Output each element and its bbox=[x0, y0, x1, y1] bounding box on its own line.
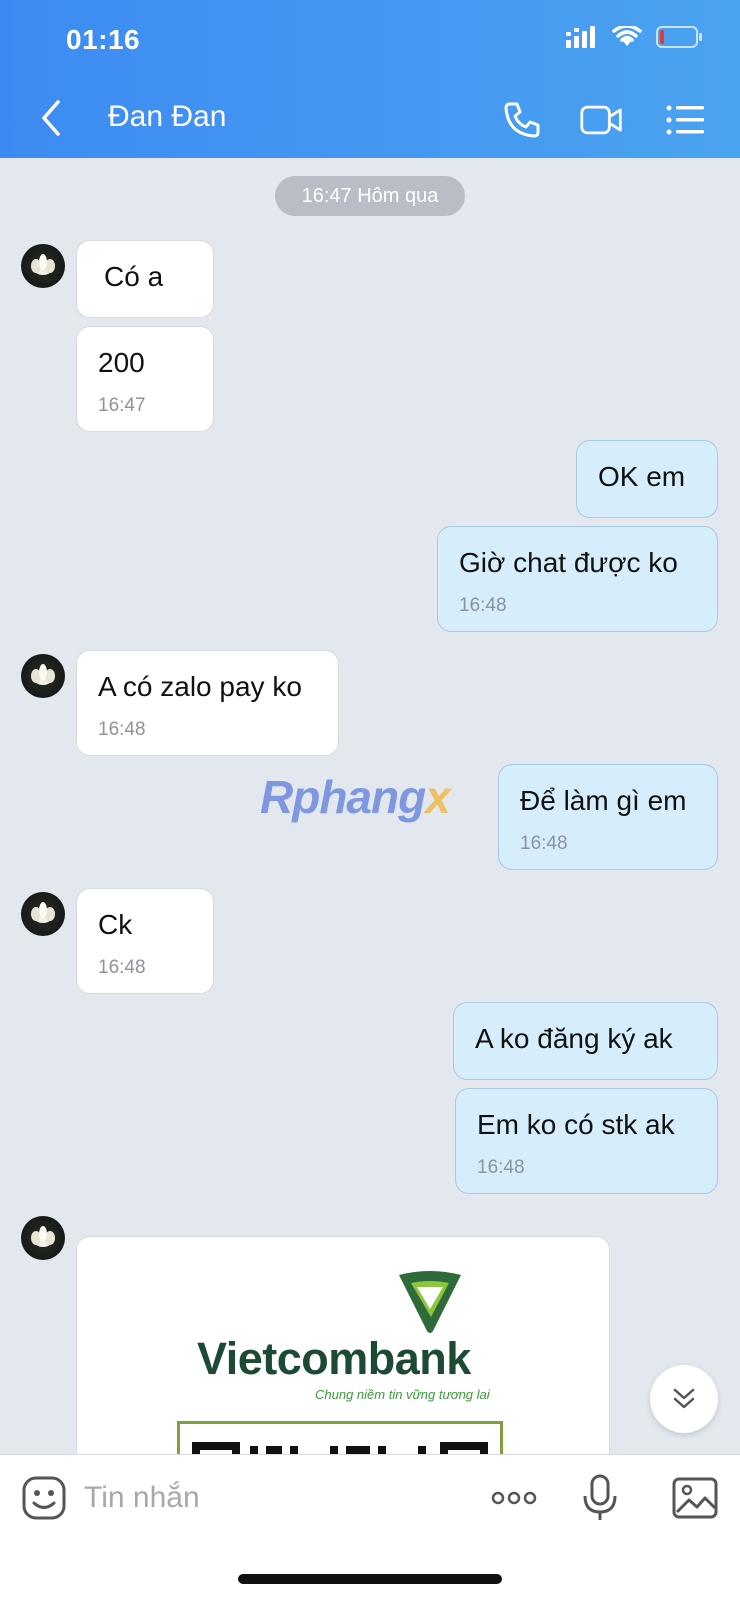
microphone-icon[interactable] bbox=[576, 1474, 624, 1522]
message-text: Để làm gì em bbox=[520, 785, 687, 816]
message-bubble[interactable]: A ko đăng ký ak bbox=[453, 1002, 718, 1080]
message-input[interactable] bbox=[84, 1475, 464, 1521]
image-icon[interactable] bbox=[671, 1474, 719, 1522]
sticker-icon[interactable] bbox=[20, 1474, 68, 1522]
back-icon[interactable] bbox=[34, 96, 68, 140]
watermark-main: Rphang bbox=[260, 771, 426, 823]
video-icon[interactable] bbox=[580, 98, 624, 142]
lotus-icon bbox=[31, 254, 55, 275]
chevron-double-down-icon bbox=[673, 1388, 695, 1409]
watermark: Rphangx bbox=[260, 770, 451, 824]
message-bubble[interactable]: 200 16:47 bbox=[76, 326, 214, 432]
more-icon[interactable] bbox=[490, 1474, 538, 1522]
message-text: 200 bbox=[98, 347, 145, 378]
message-bubble[interactable]: Có a bbox=[76, 240, 214, 318]
lotus-icon bbox=[31, 1226, 55, 1247]
wifi-icon bbox=[612, 26, 642, 46]
watermark-accent: x bbox=[425, 771, 451, 823]
avatar[interactable] bbox=[21, 892, 65, 936]
bank-name: Vietcombank bbox=[197, 1333, 471, 1384]
avatar[interactable] bbox=[21, 1216, 65, 1260]
battery-icon bbox=[656, 26, 702, 48]
avatar[interactable] bbox=[21, 244, 65, 288]
message-bubble[interactable]: Giờ chat được ko 16:48 bbox=[437, 526, 718, 632]
message-text: Em ko có stk ak bbox=[477, 1109, 675, 1140]
image-message[interactable]: Vietcombank Chung niềm tin vững tương la… bbox=[76, 1236, 610, 1454]
message-time: 16:48 bbox=[98, 719, 146, 740]
lotus-icon bbox=[31, 664, 55, 685]
date-separator: 16:47 Hôm qua bbox=[275, 176, 465, 216]
message-time: 16:48 bbox=[477, 1157, 525, 1178]
message-text: A có zalo pay ko bbox=[98, 671, 302, 702]
scroll-down-button[interactable] bbox=[650, 1365, 718, 1433]
message-text: A ko đăng ký ak bbox=[475, 1023, 673, 1054]
message-bubble[interactable]: A có zalo pay ko 16:48 bbox=[76, 650, 339, 756]
vietcombank-logo-icon bbox=[399, 1271, 461, 1333]
menu-list-icon[interactable] bbox=[664, 98, 708, 142]
bank-slogan: Chung niềm tin vững tương lai bbox=[315, 1387, 490, 1402]
message-time: 16:48 bbox=[459, 595, 507, 616]
message-time: 16:48 bbox=[98, 957, 146, 978]
status-icons bbox=[566, 26, 702, 48]
avatar[interactable] bbox=[21, 654, 65, 698]
message-text: Ck bbox=[98, 909, 133, 940]
message-text: Giờ chat được ko bbox=[459, 547, 678, 578]
chat-title[interactable]: Đan Đan bbox=[108, 100, 226, 134]
home-indicator bbox=[238, 1574, 502, 1584]
signal-icon bbox=[566, 26, 595, 48]
message-text: Có a bbox=[104, 261, 164, 292]
message-bubble[interactable]: Ck 16:48 bbox=[76, 888, 214, 994]
message-bubble[interactable]: Em ko có stk ak 16:48 bbox=[455, 1088, 718, 1194]
message-time: 16:48 bbox=[520, 833, 568, 854]
message-bubble[interactable]: OK em bbox=[576, 440, 718, 518]
message-text: OK em bbox=[598, 461, 686, 492]
qr-code bbox=[177, 1421, 503, 1454]
lotus-icon bbox=[31, 902, 55, 923]
message-time: 16:47 bbox=[98, 395, 146, 416]
message-bubble[interactable]: Để làm gì em 16:48 bbox=[498, 764, 718, 870]
phone-icon[interactable] bbox=[500, 98, 544, 142]
status-time: 01:16 bbox=[66, 24, 141, 55]
qr-pattern-icon bbox=[192, 1442, 488, 1454]
message-list[interactable]: 16:47 Hôm qua Có a 200 16:47 OK em Giờ c… bbox=[0, 158, 740, 1454]
top-bar: 01:16 Đan Đan bbox=[0, 0, 740, 158]
